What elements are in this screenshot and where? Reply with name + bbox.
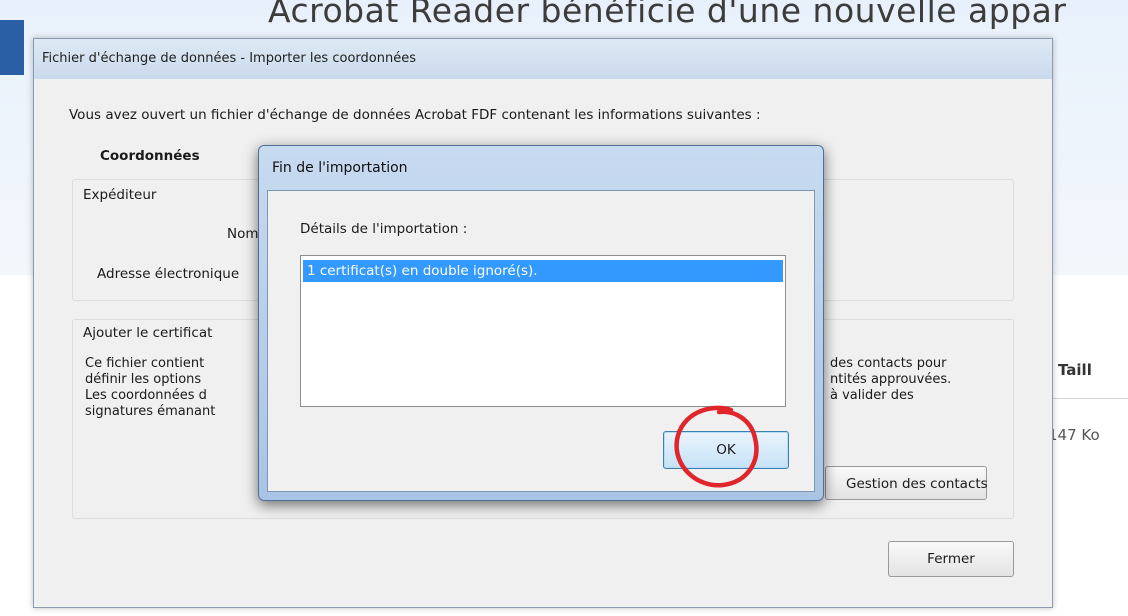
description-line: à valider des <box>830 388 914 403</box>
import-details-list[interactable]: 1 certificat(s) en double ignoré(s). <box>300 255 786 407</box>
sender-group-label: Expéditeur <box>83 187 161 203</box>
background-column-value: 147 Ko <box>1048 426 1100 444</box>
background-column-header: Taill <box>1058 361 1092 379</box>
description-line: des contacts pour <box>830 356 947 371</box>
intro-text: Vous avez ouvert un fichier d'échange de… <box>69 107 761 123</box>
contact-info-heading: Coordonnées <box>100 148 200 164</box>
description-line: ntités approuvées. <box>830 372 952 387</box>
import-details-label: Détails de l'importation : <box>300 221 468 237</box>
background-accent-bar <box>0 20 24 75</box>
dialog-titlebar[interactable]: Fichier d'échange de données - Importer … <box>34 39 1052 79</box>
list-item[interactable]: 1 certificat(s) en double ignoré(s). <box>303 260 783 282</box>
certificate-description-left: Ce fichier contient définir les options … <box>85 356 275 420</box>
name-label: Nom <box>227 226 259 242</box>
email-label: Adresse électronique <box>97 266 240 282</box>
certificate-description-right: des contacts pour ntités approuvées. à v… <box>830 356 1010 404</box>
description-line: Ce fichier contient <box>85 356 205 371</box>
dialog-title[interactable]: Fin de l'importation <box>272 160 408 176</box>
description-line: définir les options <box>85 372 202 387</box>
close-button[interactable]: Fermer <box>888 541 1014 577</box>
description-line: signatures émanant <box>85 404 216 419</box>
background-headline: Acrobat Reader bénéficie d'une nouvelle … <box>268 0 1067 30</box>
add-certificate-label: Ajouter le certificat <box>83 325 217 341</box>
manage-contacts-button[interactable]: Gestion des contacts <box>825 466 988 500</box>
annotation-circle <box>674 405 759 488</box>
description-line: Les coordonnées d <box>85 388 207 403</box>
background-divider <box>1040 398 1128 399</box>
dialog-title: Fichier d'échange de données - Importer … <box>42 51 416 66</box>
